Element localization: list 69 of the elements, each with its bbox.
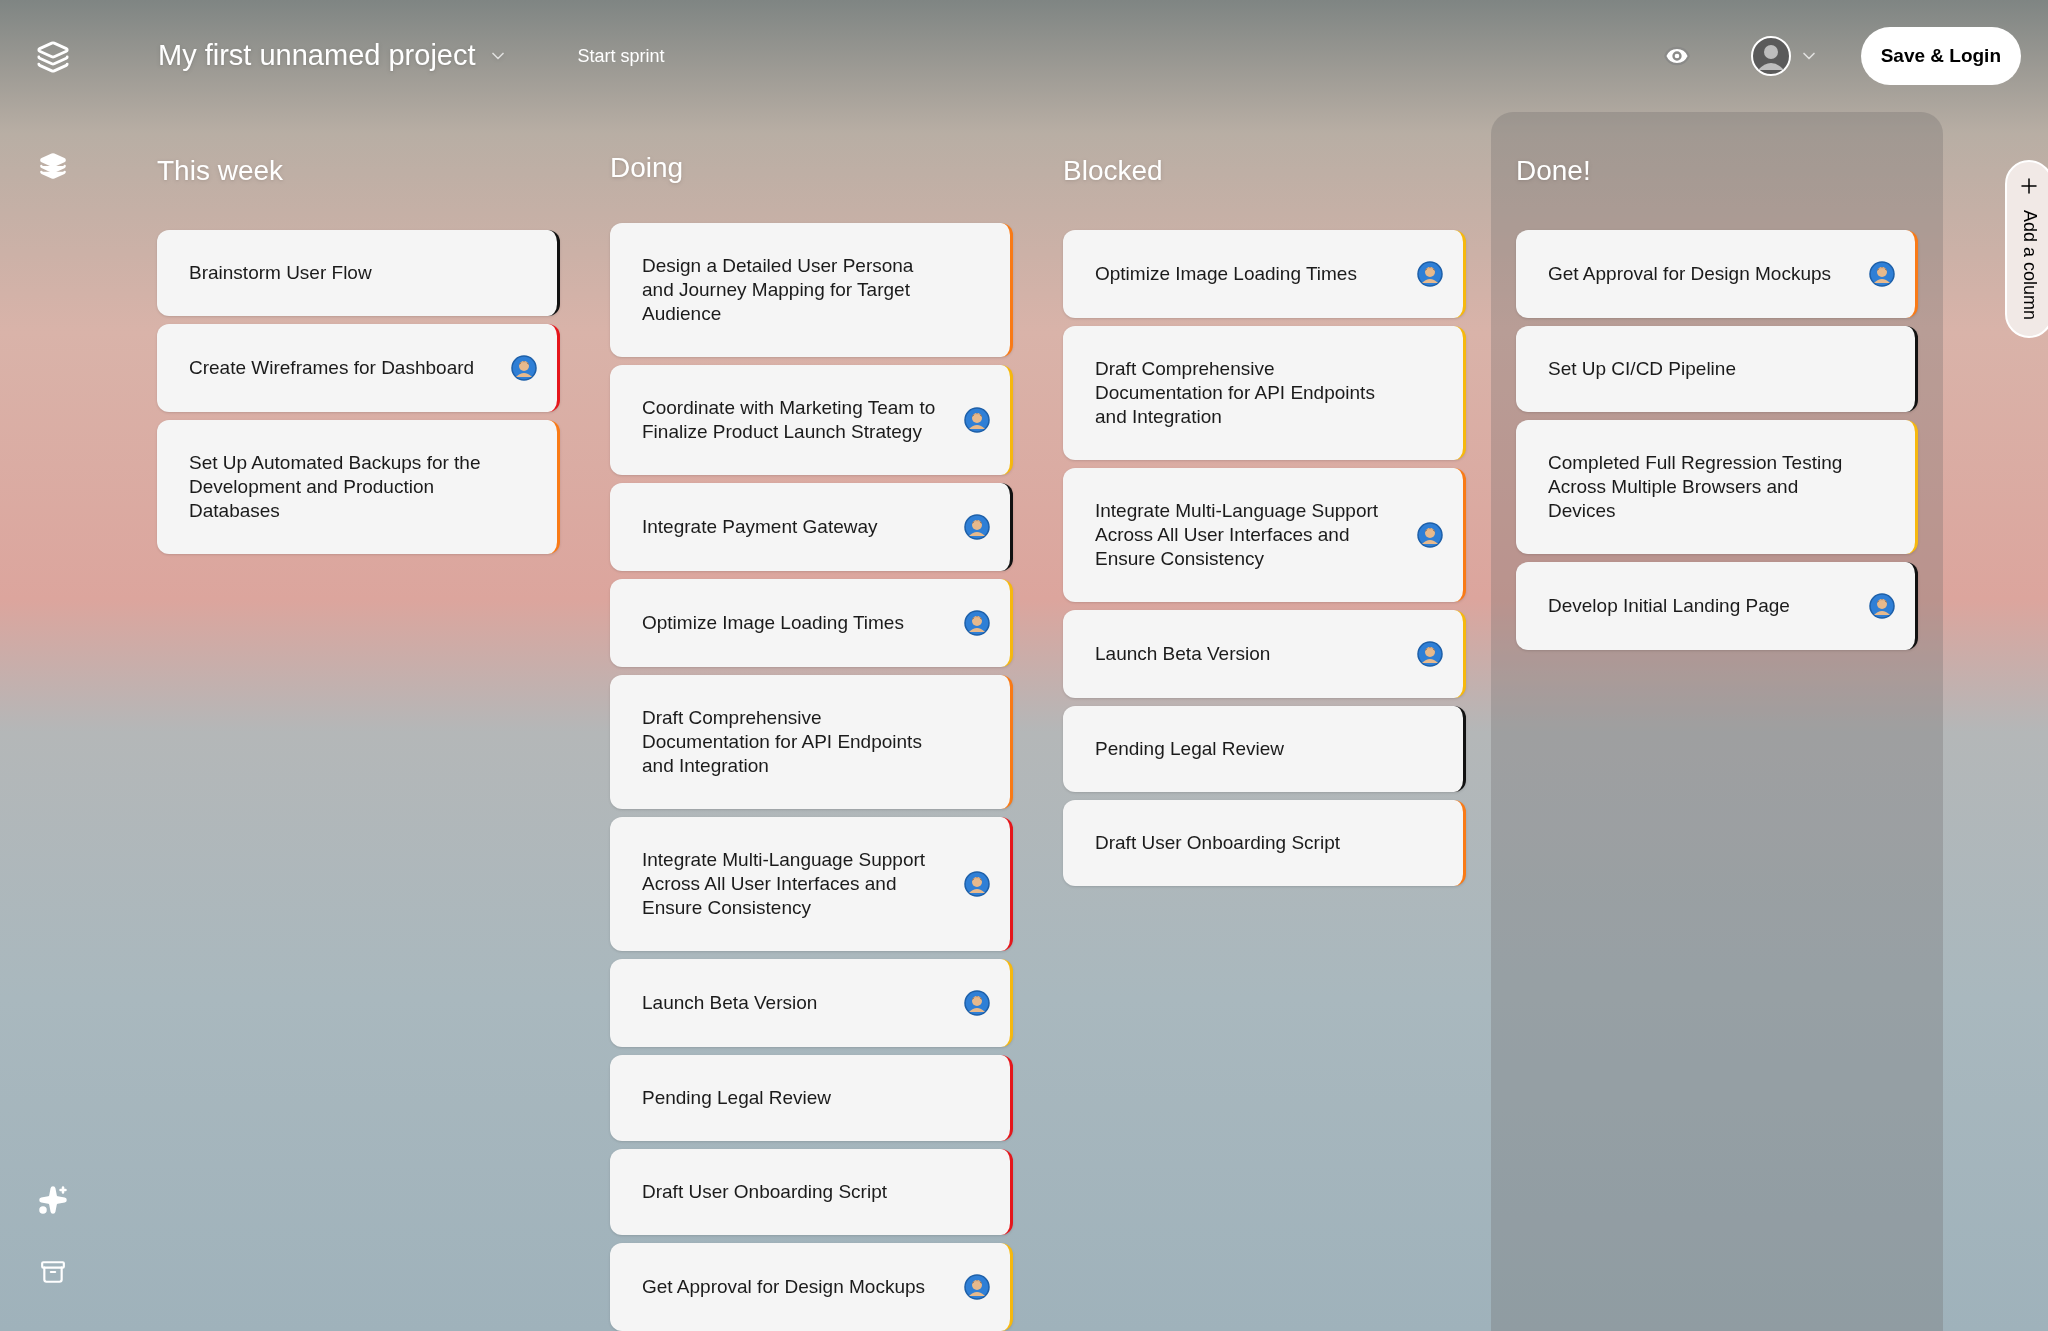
task-card[interactable]: Optimize Image Loading Times bbox=[610, 579, 1013, 667]
task-title: Integrate Payment Gateway bbox=[642, 515, 879, 539]
task-card[interactable]: Set Up CI/CD Pipeline bbox=[1516, 326, 1918, 412]
task-title: Launch Beta Version bbox=[642, 991, 819, 1015]
boards-icon[interactable] bbox=[39, 152, 67, 180]
column-title: This week bbox=[157, 154, 285, 188]
task-title: Pending Legal Review bbox=[642, 1086, 833, 1110]
task-card[interactable]: Launch Beta Version bbox=[610, 959, 1013, 1047]
sparkle-icon[interactable] bbox=[38, 1185, 68, 1215]
task-card[interactable]: Set Up Automated Backups for the Development and Production Databases bbox=[157, 420, 560, 554]
logo-icon[interactable] bbox=[36, 40, 70, 74]
task-title: Get Approval for Design Mockups bbox=[642, 1275, 927, 1299]
task-title: Draft Comprehensive Documentation for API Endpoints and Integration bbox=[642, 706, 923, 778]
add-column-button[interactable]: Add a column bbox=[2005, 160, 2048, 339]
task-card[interactable]: Develop Initial Landing Page bbox=[1516, 562, 1918, 650]
column-title: Blocked bbox=[1063, 154, 1164, 188]
task-card[interactable]: Launch Beta Version bbox=[1063, 610, 1466, 698]
task-title: Set Up CI/CD Pipeline bbox=[1548, 357, 1737, 381]
avatar-icon bbox=[964, 610, 990, 636]
task-card[interactable]: Draft Comprehensive Documentation for API Endpoints and Integration bbox=[1063, 326, 1466, 460]
task-card[interactable]: Integrate Multi-Language Support Across All User Interfaces and Ensure Consistency bbox=[610, 817, 1013, 951]
task-title: Set Up Automated Backups for the Development and Production Databases bbox=[189, 451, 482, 523]
task-title: Optimize Image Loading Times bbox=[642, 611, 905, 635]
task-card[interactable]: Draft User Onboarding Script bbox=[1063, 800, 1466, 886]
avatar-icon bbox=[964, 871, 990, 897]
task-title: Optimize Image Loading Times bbox=[1095, 262, 1358, 286]
task-title: Pending Legal Review bbox=[1095, 737, 1286, 761]
task-card[interactable]: Design a Detailed User Persona and Journey Mapping for Target Audience bbox=[610, 223, 1013, 357]
task-title: Coordinate with Marketing Team to Finalize Product Launch Strategy bbox=[642, 396, 937, 444]
avatar-icon bbox=[964, 1274, 990, 1300]
task-card[interactable]: Pending Legal Review bbox=[610, 1055, 1013, 1141]
avatar-icon bbox=[1869, 261, 1895, 287]
task-title: Brainstorm User Flow bbox=[189, 261, 373, 285]
column-title: Doing bbox=[610, 150, 685, 185]
task-title: Create Wireframes for Dashboard bbox=[189, 356, 476, 380]
task-title: Draft User Onboarding Script bbox=[642, 1180, 888, 1204]
task-card[interactable]: Integrate Payment Gateway bbox=[610, 483, 1013, 571]
task-card[interactable]: Draft User Onboarding Script bbox=[610, 1149, 1013, 1235]
task-card[interactable]: Get Approval for Design Mockups bbox=[1516, 230, 1918, 318]
task-title: Get Approval for Design Mockups bbox=[1548, 262, 1833, 286]
task-card[interactable]: Brainstorm User Flow bbox=[157, 230, 560, 316]
task-title: Draft Comprehensive Documentation for API Endpoints and Integration bbox=[1095, 357, 1376, 429]
task-card[interactable]: Integrate Multi-Language Support Across All User Interfaces and Ensure Consistency bbox=[1063, 468, 1466, 602]
archive-icon[interactable] bbox=[40, 1259, 66, 1285]
save-login-button[interactable]: Save & Login bbox=[1860, 27, 2021, 85]
avatar-icon bbox=[964, 990, 990, 1016]
task-card[interactable]: Draft Comprehensive Documentation for API Endpoints and Integration bbox=[610, 675, 1013, 809]
task-title: Develop Initial Landing Page bbox=[1548, 594, 1791, 618]
task-title: Design a Detailed User Persona and Journey Mapping for Target Audience bbox=[642, 254, 915, 326]
task-title: Integrate Multi-Language Support Across All User Interfaces and Ensure Consistency bbox=[1095, 499, 1380, 571]
avatar-icon bbox=[511, 355, 537, 381]
task-card[interactable]: Pending Legal Review bbox=[1063, 706, 1466, 792]
avatar-icon bbox=[1417, 641, 1443, 667]
task-card[interactable]: Optimize Image Loading Times bbox=[1063, 230, 1466, 318]
column-title: Done! bbox=[1516, 154, 1592, 188]
task-title: Draft User Onboarding Script bbox=[1095, 831, 1341, 855]
avatar-icon bbox=[1417, 522, 1443, 548]
avatar-icon bbox=[1417, 261, 1443, 287]
avatar-icon bbox=[1869, 593, 1895, 619]
task-card[interactable]: Coordinate with Marketing Team to Finalize Product Launch Strategy bbox=[610, 365, 1013, 475]
user-avatar-icon bbox=[1750, 36, 1791, 76]
task-card[interactable]: Completed Full Regression Testing Across Multiple Browsers and Devices bbox=[1516, 420, 1918, 554]
task-card[interactable]: Create Wireframes for Dashboard bbox=[157, 324, 560, 412]
avatar-icon bbox=[964, 407, 990, 433]
avatar-icon bbox=[964, 514, 990, 540]
task-title: Completed Full Regression Testing Across Multiple Browsers and Devices bbox=[1548, 451, 1844, 523]
task-title: Integrate Multi-Language Support Across All User Interfaces and Ensure Consistency bbox=[642, 848, 927, 920]
task-card[interactable]: Get Approval for Design Mockups bbox=[610, 1243, 1013, 1331]
task-title: Launch Beta Version bbox=[1095, 642, 1272, 666]
